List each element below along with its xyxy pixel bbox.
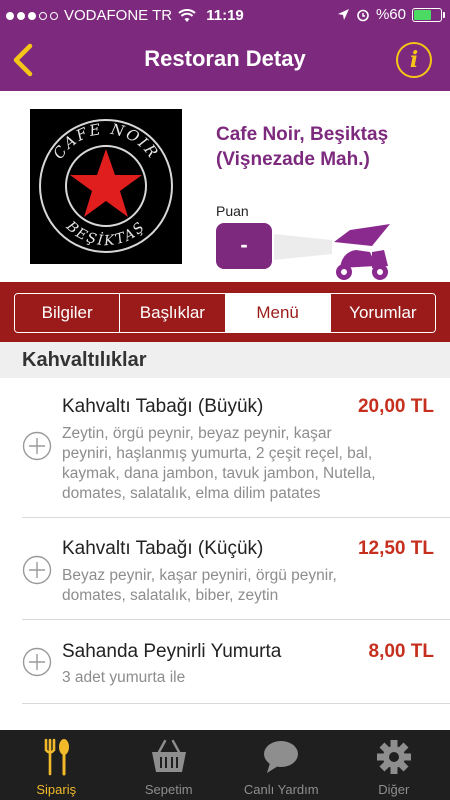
info-button[interactable]: i <box>396 42 432 78</box>
status-right: %60 <box>337 6 445 23</box>
tabbar-item-siparis[interactable]: Sipariş <box>0 730 113 800</box>
rating-button[interactable]: - <box>216 223 272 269</box>
location-arrow-icon <box>337 9 349 20</box>
menu-item-price: 12,50 TL <box>357 538 434 559</box>
menu-item-description: Beyaz peynir, kaşar peyniri, örgü peynir… <box>62 567 337 604</box>
add-item-icon[interactable] <box>22 647 52 677</box>
tabbar-item-diger[interactable]: Diğer <box>338 730 450 800</box>
bottom-tab-bar: Sipariş Sepetim Canlı Yardım Diğer <box>0 730 450 800</box>
tab-menu[interactable]: Menü <box>225 294 331 332</box>
rating-label: Puan <box>216 203 249 219</box>
status-bar: VODAFONE TR 11:19 %60 <box>0 0 450 30</box>
basket-icon <box>151 739 186 772</box>
menu-item-price: 20,00 TL <box>357 396 434 417</box>
delivery-scooter-icon <box>274 224 390 280</box>
menu-item-name: Kahvaltı Tabağı (Küçük) <box>62 538 264 559</box>
divider <box>22 703 450 704</box>
menu-item[interactable]: Sahanda Peynirli Yumurta 8,00 TL 3 adet … <box>0 620 450 704</box>
add-item-icon[interactable] <box>22 431 52 461</box>
menu-item[interactable]: Kahvaltı Tabağı (Küçük) 12,50 TL Beyaz p… <box>0 518 450 620</box>
restaurant-logo: CAFE NOIR BEŞİKTAŞ <box>30 109 182 264</box>
menu-item-description: 3 adet yumurta ile <box>62 669 186 686</box>
detail-tabs: Bilgiler Başlıklar Menü Yorumlar <box>14 293 436 333</box>
menu-item[interactable]: Kahvaltı Tabağı (Büyük) 20,00 TL Zeytin,… <box>0 378 450 518</box>
battery-icon <box>412 7 445 22</box>
restaurant-name: Cafe Noir, Beşiktaş (Vişnezade Mah.) <box>216 124 389 170</box>
tabbar-label: Sepetim <box>144 782 193 797</box>
page-title: Restoran Detay <box>144 46 306 71</box>
chevron-left-icon[interactable] <box>8 42 38 78</box>
fork-spoon-icon <box>44 738 70 776</box>
menu-item-price: 8,00 TL <box>368 641 434 662</box>
detail-tabs-band: Bilgiler Başlıklar Menü Yorumlar <box>0 282 450 342</box>
add-item-icon[interactable] <box>22 555 52 585</box>
tabbar-item-sepetim[interactable]: Sepetim <box>113 730 226 800</box>
tabbar-label: Sipariş <box>36 782 77 797</box>
chat-bubble-icon <box>264 741 299 773</box>
tab-bilgiler[interactable]: Bilgiler <box>15 294 121 332</box>
tabbar-label: Diğer <box>378 782 410 797</box>
tabbar-item-canli-yardim[interactable]: Canlı Yardım <box>225 730 338 800</box>
top-bar: VODAFONE TR 11:19 %60 Restoran Detay i <box>0 0 450 91</box>
gear-icon <box>376 740 411 774</box>
menu-item-name: Kahvaltı Tabağı (Büyük) <box>62 396 264 417</box>
tabbar-label: Canlı Yardım <box>243 782 319 797</box>
battery-percent: %60 <box>375 6 406 23</box>
tab-basliklar[interactable]: Başlıklar <box>120 294 226 332</box>
navigation-bar: Restoran Detay i <box>0 30 450 91</box>
menu-item-name: Sahanda Peynirli Yumurta <box>62 641 282 662</box>
menu-section-title: Kahvaltılıklar <box>0 342 450 378</box>
alarm-clock-icon <box>357 9 369 21</box>
menu-item-description: Zeytin, örgü peynir, beyaz peynir, kaşar… <box>62 425 376 502</box>
tab-yorumlar[interactable]: Yorumlar <box>330 294 435 332</box>
